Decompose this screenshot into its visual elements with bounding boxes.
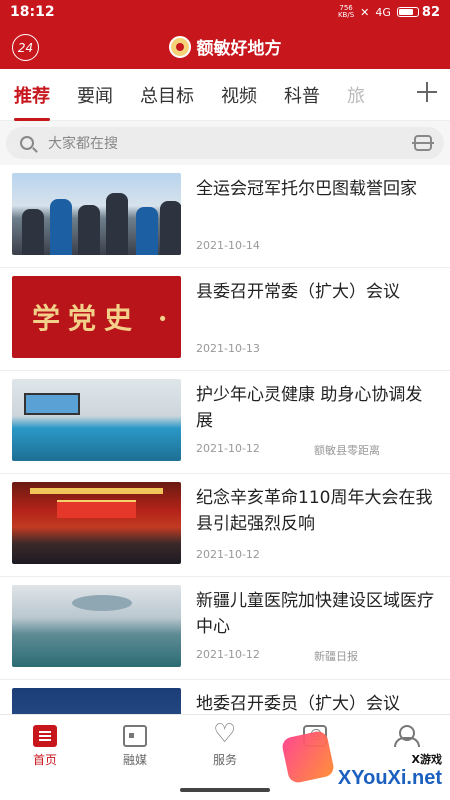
scan-icon[interactable]	[412, 135, 434, 151]
news-title: 新疆儿童医院加快建设区域医疗中心	[196, 591, 434, 637]
status-bar: 18:12 756 KB/S ✕ 4G 82	[0, 0, 450, 24]
tab-news[interactable]: 要闻	[77, 82, 113, 108]
tab-travel[interactable]: 旅	[347, 82, 365, 108]
search-icon	[20, 136, 34, 150]
watermark-logo	[280, 729, 336, 785]
news-title: 纪念辛亥革命110周年大会在我县引起强烈反响	[196, 488, 433, 534]
search-placeholder: 大家都在搜	[48, 136, 118, 152]
search-bar-wrap: 大家都在搜	[0, 121, 450, 165]
news-item[interactable]: 新疆儿童医院加快建设区域医疗中心 2021-10-12 新疆日报	[0, 577, 450, 680]
mute-icon: ✕	[360, 5, 370, 19]
news-date: 2021-10-12	[196, 548, 260, 561]
search-input[interactable]: 大家都在搜	[6, 127, 444, 159]
daily-24-badge[interactable]: 24	[12, 34, 39, 61]
channel-tabs: 推荐 要闻 总目标 视频 科普 旅	[0, 69, 450, 121]
nav-media[interactable]: 融媒	[90, 715, 180, 776]
news-thumbnail: 财政	[12, 688, 181, 714]
news-date: 2021-10-12	[196, 648, 260, 661]
status-time: 18:12	[10, 4, 55, 20]
news-title: 地委召开委员（扩大）会议	[196, 694, 400, 714]
status-icons: 756 KB/S ✕ 4G 82	[338, 5, 440, 20]
news-feed: 全运会冠军托尔巴图载誉回家 2021-10-14 学党史 · 县委召开常委（扩大…	[0, 165, 450, 714]
news-item[interactable]: 纪念辛亥革命110周年大会在我县引起强烈反响 2021-10-12	[0, 474, 450, 577]
news-item[interactable]: 护少年心灵健康 助身心协调发展 2021-10-12 额敏县零距离	[0, 371, 450, 474]
media-icon	[123, 725, 147, 747]
tab-science[interactable]: 科普	[284, 82, 320, 108]
battery-icon: 82	[396, 5, 440, 20]
news-title: 护少年心灵健康 助身心协调发展	[196, 385, 423, 431]
home-icon	[33, 725, 57, 747]
nav-home-label: 首页	[32, 753, 57, 767]
news-date: 2021-10-13	[196, 342, 260, 355]
watermark-top: X游戏	[411, 753, 442, 766]
news-date: 2021-10-14	[196, 239, 260, 252]
emblem-icon	[168, 35, 191, 58]
news-thumbnail: 学党史 ·	[12, 276, 181, 358]
thumbnail-caption: 学党史 ·	[32, 302, 176, 335]
watermark-main: XYouXi.net	[337, 767, 442, 789]
home-indicator[interactable]	[180, 788, 270, 792]
app-title-text: 额敏好地方	[196, 39, 282, 59]
signal-icon: 4G	[375, 5, 391, 19]
add-channel-icon[interactable]	[416, 81, 438, 103]
nav-service-label: 服务	[212, 753, 237, 767]
nav-service[interactable]: 服务	[180, 715, 270, 776]
news-thumbnail	[12, 482, 181, 564]
news-thumbnail	[12, 173, 181, 255]
news-title: 县委召开常委（扩大）会议	[196, 282, 400, 302]
news-item[interactable]: 全运会冠军托尔巴图载誉回家 2021-10-14	[0, 165, 450, 268]
tab-goals[interactable]: 总目标	[140, 82, 194, 108]
news-title: 全运会冠军托尔巴图载誉回家	[196, 179, 417, 199]
app-header: 24 额敏好地方	[0, 24, 450, 69]
watermark: X游戏 XYouXi.net	[338, 751, 442, 790]
news-date: 2021-10-12	[196, 442, 260, 455]
tab-recommend[interactable]: 推荐	[14, 82, 50, 121]
app-title: 额敏好地方	[168, 34, 282, 59]
news-source: 新疆日报	[314, 650, 358, 663]
news-thumbnail	[12, 585, 181, 667]
news-thumbnail	[12, 379, 181, 461]
tab-video[interactable]: 视频	[221, 82, 257, 108]
nav-media-label: 融媒	[122, 753, 147, 767]
heart-icon	[213, 719, 237, 749]
nav-home[interactable]: 首页	[0, 715, 90, 776]
news-item[interactable]: 财政 地委召开委员（扩大）会议	[0, 680, 450, 714]
news-item[interactable]: 学党史 · 县委召开常委（扩大）会议 2021-10-13	[0, 268, 450, 371]
network-speed: 756 KB/S	[337, 4, 355, 19]
user-icon	[393, 725, 420, 747]
news-source: 额敏县零距离	[314, 444, 380, 457]
